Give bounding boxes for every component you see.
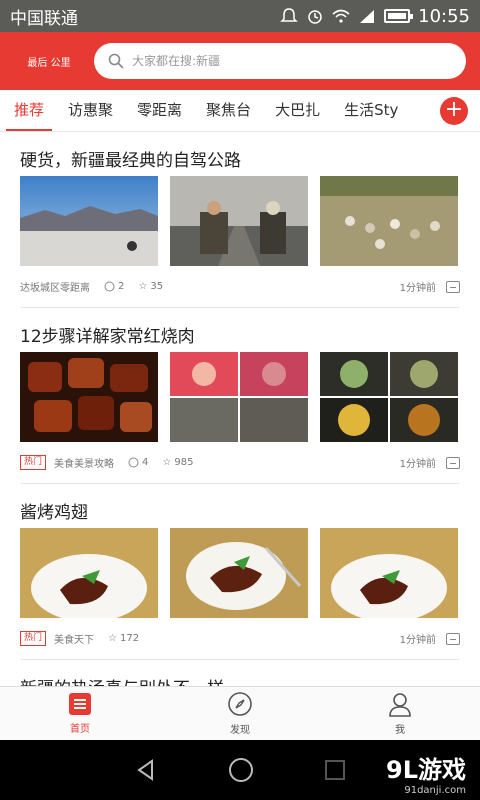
tab-jujiaotai[interactable]: 聚焦台 <box>206 90 251 131</box>
article-card[interactable]: 硬货，新疆最经典的自驾公路 达坂城区零距离 2 ☆ 35 1分钟前 <box>0 132 480 308</box>
dismiss-icon[interactable] <box>446 632 460 645</box>
grilled-wings-photo[interactable] <box>320 528 458 618</box>
tab-dabazha[interactable]: 大巴扎 <box>275 90 320 131</box>
article-title[interactable]: 酱烤鸡翅 <box>20 484 460 528</box>
star-icon: ☆ <box>162 457 172 468</box>
notification-icon <box>280 8 298 22</box>
wings-with-fork-photo[interactable] <box>170 528 308 618</box>
article-time: 1分钟前 <box>399 635 436 646</box>
article-images <box>20 528 460 618</box>
cooking-steps-collage[interactable] <box>320 352 458 442</box>
favorite-count: ☆ 35 <box>138 281 163 292</box>
nav-me-label: 我 <box>395 725 405 736</box>
article-images <box>20 352 460 442</box>
tab-recommend[interactable]: 推荐 <box>5 90 53 131</box>
article-card[interactable]: 12步骤详解家常红烧肉 热门 美食美景攻略 4 ☆ 985 1分钟前 <box>0 308 480 484</box>
article-title[interactable]: 硬货，新疆最经典的自驾公路 <box>20 132 460 176</box>
article-meta: 热门 美食天下 ☆ 172 1分钟前 <box>20 618 460 660</box>
article-meta: 达坂城区零距离 2 ☆ 35 1分钟前 <box>20 266 460 308</box>
category-tabs: 推荐 访惠聚 零距离 聚焦台 大巴扎 生活Sty + <box>0 90 480 132</box>
signal-icon <box>360 10 375 23</box>
star-icon: ☆ <box>108 633 117 644</box>
comment-count: 4 <box>128 457 148 468</box>
news-feed: 硬货，新疆最经典的自驾公路 达坂城区零距离 2 ☆ 35 1分钟前 12步骤详解… <box>0 132 480 686</box>
article-title[interactable]: 12步骤详解家常红烧肉 <box>20 308 460 352</box>
app-logo[interactable]: 最后 公里 <box>14 41 84 81</box>
hot-badge: 热门 <box>20 631 47 646</box>
favorite-count-value: 172 <box>119 633 140 644</box>
favorite-count-value: 35 <box>150 281 164 292</box>
article-source[interactable]: 美食天下 <box>54 631 94 646</box>
comment-icon <box>104 281 115 292</box>
comment-count-value: 4 <box>142 457 149 468</box>
grilled-wings-photo[interactable] <box>20 528 158 618</box>
nav-home-label: 首页 <box>70 724 90 735</box>
article-time: 1分钟前 <box>399 459 436 470</box>
tab-fanghuiju[interactable]: 访惠聚 <box>68 90 113 131</box>
carrier-name: 中国联通 <box>10 8 78 29</box>
favorite-count-value: 985 <box>174 457 194 468</box>
clock: 10:55 <box>418 5 470 27</box>
article-source[interactable]: 达坂城区零距离 <box>20 279 90 294</box>
nav-home[interactable]: 首页 <box>0 687 160 740</box>
battery-icon <box>384 9 414 23</box>
braised-pork-photo[interactable] <box>20 352 158 442</box>
tab-lingjuli[interactable]: 零距离 <box>137 90 182 131</box>
alarm-icon <box>308 10 322 24</box>
compass-icon <box>228 692 252 716</box>
watermark-text: 9L游戏 <box>386 756 466 784</box>
hot-badge: 热门 <box>20 455 47 470</box>
article-meta: 热门 美食美景攻略 4 ☆ 985 1分钟前 <box>20 442 460 484</box>
desert-road-photo[interactable] <box>20 176 158 266</box>
watermark-url: 91danji.com <box>404 785 466 796</box>
user-icon <box>389 693 411 717</box>
article-title[interactable]: 新疆的热汤真与别处不一样 <box>20 660 460 686</box>
article-time: 1分钟前 <box>399 283 436 294</box>
nav-me[interactable]: 我 <box>320 687 480 740</box>
comment-icon <box>128 457 139 468</box>
pork-cuts-collage[interactable] <box>170 352 308 442</box>
favorite-count: ☆ 172 <box>108 633 139 644</box>
favorite-count: ☆ 985 <box>162 457 193 468</box>
nav-discover[interactable]: 发现 <box>160 687 320 740</box>
back-icon[interactable] <box>134 758 158 782</box>
article-card[interactable]: 新疆的热汤真与别处不一样 <box>0 660 480 686</box>
dismiss-icon[interactable] <box>446 280 460 293</box>
comment-count-value: 2 <box>118 281 125 292</box>
recents-icon[interactable] <box>324 759 346 781</box>
dismiss-icon[interactable] <box>446 456 460 469</box>
tab-lifestyle[interactable]: 生活Sty <box>344 90 398 131</box>
men-on-road-photo[interactable] <box>170 176 308 266</box>
wifi-icon <box>332 9 350 23</box>
home-button-icon[interactable] <box>228 757 254 783</box>
search-icon <box>108 53 124 69</box>
watermark-logo: 9L游戏 91danji.com <box>386 750 466 796</box>
article-images <box>20 176 460 266</box>
home-icon <box>69 693 91 715</box>
sheep-herd-photo[interactable] <box>320 176 458 266</box>
add-tab-button[interactable]: + <box>440 97 468 125</box>
status-bar: 中国联通 10:55 <box>0 0 480 32</box>
nav-discover-label: 发现 <box>230 725 250 736</box>
logo-text: 最后 公里 <box>27 57 71 69</box>
article-source[interactable]: 美食美景攻略 <box>54 455 114 470</box>
search-input[interactable] <box>132 54 452 68</box>
article-card[interactable]: 酱烤鸡翅 热门 美食天下 ☆ 172 1分钟前 <box>0 484 480 660</box>
app-header: 最后 公里 <box>0 32 480 90</box>
bottom-navigation: 首页 发现 我 <box>0 686 480 740</box>
search-bar[interactable] <box>94 43 466 79</box>
star-icon: ☆ <box>138 281 148 292</box>
comment-count: 2 <box>104 281 124 292</box>
